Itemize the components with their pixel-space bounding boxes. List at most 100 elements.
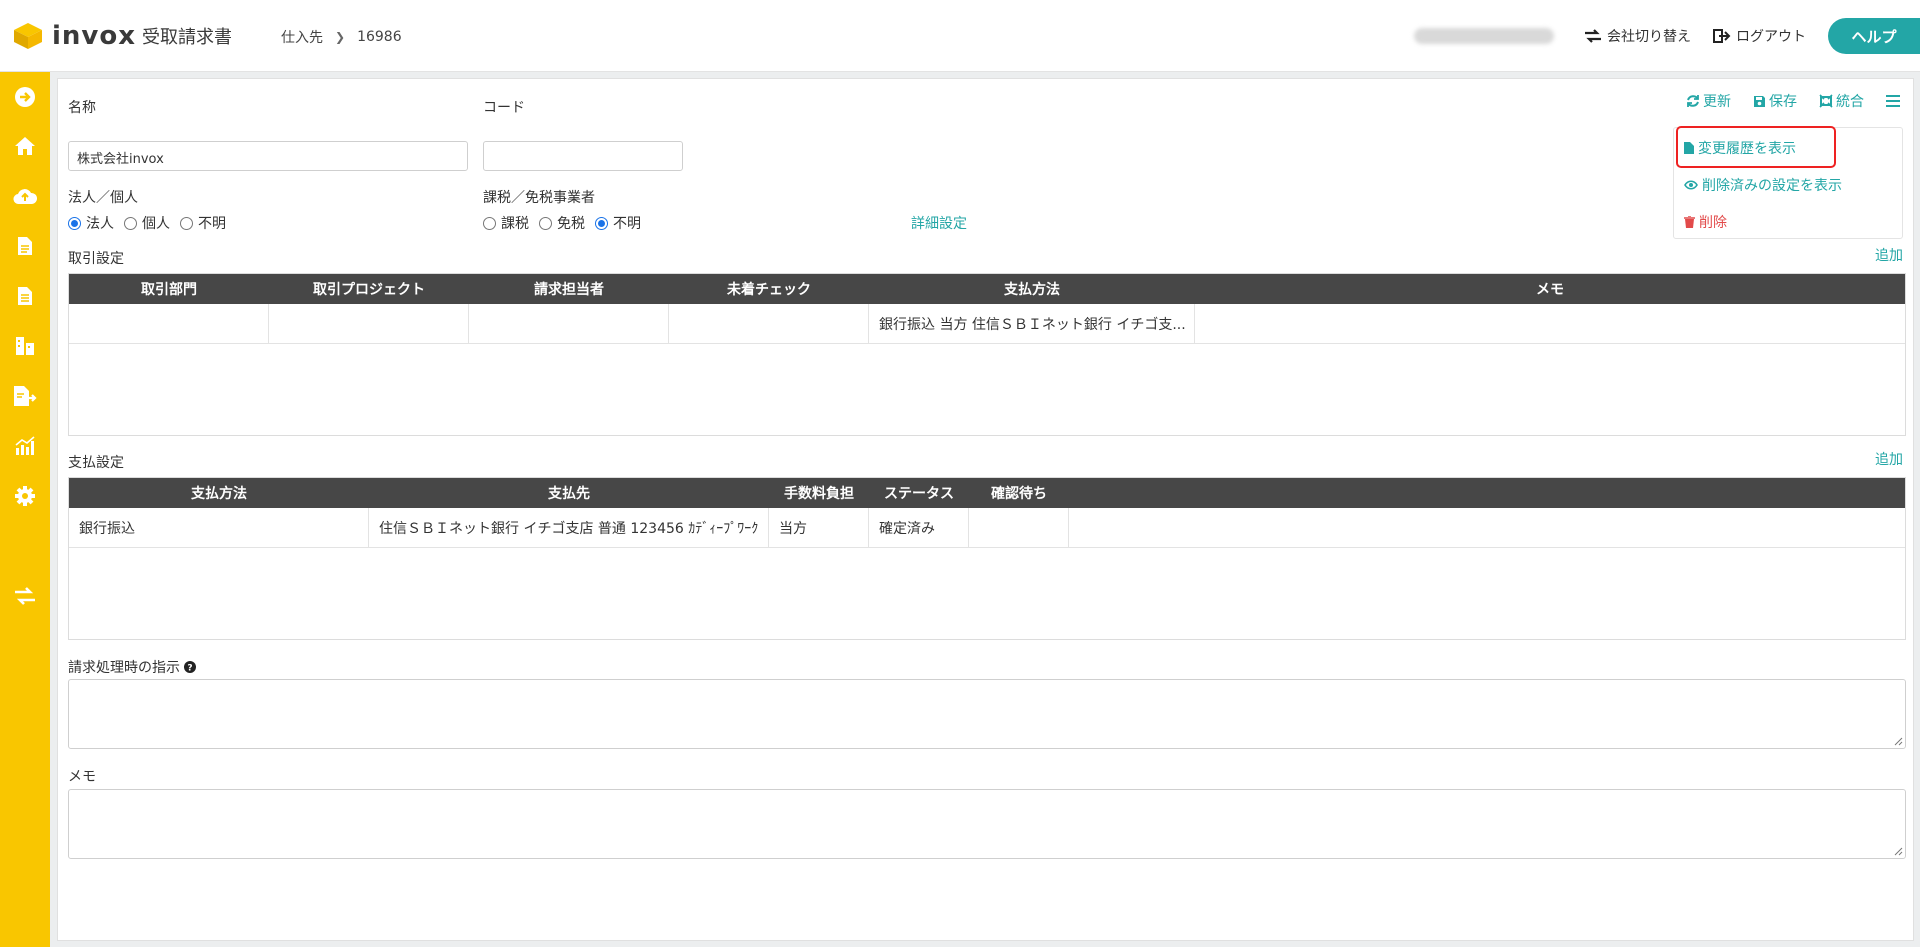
column-header: 支払方法 (191, 486, 247, 502)
code-input[interactable] (483, 141, 683, 171)
detail-settings-link[interactable]: 詳細設定 (911, 213, 967, 233)
tax-radio-exempt[interactable]: 免税 (539, 213, 585, 233)
file-icon (1684, 142, 1694, 154)
table-cell (1069, 508, 1905, 547)
table-cell (469, 304, 669, 343)
logout-link[interactable]: ログアウト (1713, 26, 1806, 46)
column-header (1069, 478, 1905, 508)
payment-settings-table: 支払方法 支払先 手数料負担 ステータス 確認待ち 銀行振込 住信ＳＢＩネット銀… (68, 477, 1906, 640)
refresh-icon (1687, 95, 1699, 107)
table-cell: 銀行振込 当方 住信ＳＢＩネット銀行 イチゴ支... (869, 304, 1195, 343)
switch-company-link[interactable]: 会社切り替え (1584, 26, 1691, 46)
tax-status-label: 課税／免税事業者 (483, 190, 595, 206)
svg-text:?: ? (187, 664, 192, 674)
hamburger-menu-icon (1886, 95, 1900, 107)
building-icon[interactable] (13, 334, 37, 358)
table-cell: 住信ＳＢＩネット銀行 イチゴ支店 普通 123456 ｶﾃﾞｨｰﾌﾟﾜｰｸ (369, 508, 769, 547)
chevron-right-icon: ❯ (335, 30, 346, 44)
merge-label: 統合 (1836, 94, 1864, 110)
show-history-label: 変更履歴を表示 (1698, 141, 1796, 157)
menu-button[interactable] (1886, 95, 1903, 107)
column-header: メモ (1536, 282, 1564, 298)
radio-icon (124, 216, 137, 230)
name-label: 名称 (68, 100, 96, 116)
file-export-icon[interactable] (13, 384, 37, 408)
arrow-circle-icon[interactable] (13, 85, 37, 109)
supplier-detail-panel: 更新 保存 統合 変更履歴を表示 削除済みの設定を表示 削除 名称 株式会社in… (57, 78, 1914, 941)
table-cell: 確定済み (869, 508, 969, 547)
column-header: 取引プロジェクト (313, 282, 425, 298)
table-header: 取引部門 取引プロジェクト 請求担当者 未着チェック 支払方法 メモ (69, 274, 1905, 304)
delete-label: 削除 (1699, 215, 1727, 231)
column-header: 取引部門 (141, 282, 197, 298)
entity-radio-corporation[interactable]: 法人 (68, 213, 114, 233)
instructions-label: 請求処理時の指示 (68, 660, 180, 676)
brand-name: invox (52, 21, 137, 51)
tax-radio-unknown[interactable]: 不明 (595, 213, 641, 233)
help-button[interactable]: ヘルプ (1828, 18, 1920, 54)
merge-icon (1819, 94, 1833, 108)
radio-icon (483, 216, 496, 230)
entity-type-label: 法人／個人 (68, 190, 138, 206)
memo-textarea[interactable] (68, 789, 1906, 859)
radio-icon (595, 216, 608, 230)
memo-label: メモ (68, 769, 96, 785)
entity-radio-unknown[interactable]: 不明 (180, 213, 226, 233)
entity-option-label: 個人 (142, 216, 170, 232)
radio-icon (539, 216, 552, 230)
trade-add-link[interactable]: 追加 (1875, 245, 1903, 265)
invox-logo-icon (14, 23, 42, 49)
instructions-label-wrap: 請求処理時の指示 ? (68, 657, 196, 677)
entity-radio-individual[interactable]: 個人 (124, 213, 170, 233)
refresh-label: 更新 (1703, 94, 1731, 110)
save-icon (1754, 95, 1765, 107)
instructions-textarea[interactable] (68, 679, 1906, 749)
resize-handle-icon[interactable] (1893, 736, 1903, 746)
logout-label: ログアウト (1736, 29, 1806, 45)
menu-item-show-history[interactable]: 変更履歴を表示 (1684, 138, 1796, 158)
tax-option-label: 課税 (501, 216, 529, 232)
radio-icon (180, 216, 193, 230)
tax-radio-taxable[interactable]: 課税 (483, 213, 529, 233)
table-row[interactable]: 銀行振込 当方 住信ＳＢＩネット銀行 イチゴ支... (69, 304, 1905, 344)
brand-subtitle: 受取請求書 (142, 27, 233, 48)
save-label: 保存 (1769, 94, 1797, 110)
top-header: invox 受取請求書 仕入先 ❯ 16986 会社切り替え ログアウト ヘルプ (0, 0, 1920, 72)
gear-icon[interactable] (13, 484, 37, 508)
entity-option-label: 法人 (86, 216, 114, 232)
name-input[interactable]: 株式会社invox (68, 141, 468, 171)
payment-settings-title: 支払設定 (68, 455, 124, 471)
table-cell (269, 304, 469, 343)
cloud-upload-icon[interactable] (13, 184, 37, 208)
save-button[interactable]: 保存 (1753, 91, 1797, 111)
menu-item-delete[interactable]: 削除 (1684, 212, 1727, 232)
resize-handle-icon[interactable] (1893, 846, 1903, 856)
breadcrumb-item-current: 16986 (357, 29, 402, 45)
eye-icon (1684, 180, 1698, 190)
table-cell (669, 304, 869, 343)
trash-icon (1684, 216, 1695, 228)
column-header: ステータス (884, 486, 954, 502)
table-row[interactable]: 銀行振込 住信ＳＢＩネット銀行 イチゴ支店 普通 123456 ｶﾃﾞｨｰﾌﾟﾜ… (69, 508, 1905, 548)
document-icon[interactable] (13, 234, 37, 258)
column-header: 未着チェック (727, 282, 811, 298)
sidebar (0, 72, 50, 947)
app-logo[interactable]: invox 受取請求書 (12, 20, 232, 52)
refresh-button[interactable]: 更新 (1686, 91, 1731, 111)
toolbar: 更新 保存 統合 変更履歴を表示 削除済みの設定を表示 削除 (1664, 91, 1903, 239)
question-circle-icon[interactable]: ? (184, 661, 196, 673)
chart-icon[interactable] (13, 434, 37, 458)
entity-type-radio-group: 法人 個人 不明 (68, 213, 236, 233)
home-icon[interactable] (13, 134, 37, 158)
breadcrumb-item-suppliers[interactable]: 仕入先 (281, 27, 323, 47)
payment-add-link[interactable]: 追加 (1875, 449, 1903, 469)
blurred-user-name (1414, 28, 1554, 44)
merge-button[interactable]: 統合 (1819, 91, 1864, 111)
document-list-icon[interactable] (13, 284, 37, 308)
menu-item-show-deleted[interactable]: 削除済みの設定を表示 (1684, 175, 1842, 195)
switch-arrows-icon (1585, 29, 1601, 43)
transfer-icon[interactable] (13, 584, 37, 608)
code-label: コード (483, 100, 525, 116)
tax-status-radio-group: 課税 免税 不明 (483, 213, 651, 233)
switch-company-label: 会社切り替え (1607, 29, 1691, 45)
